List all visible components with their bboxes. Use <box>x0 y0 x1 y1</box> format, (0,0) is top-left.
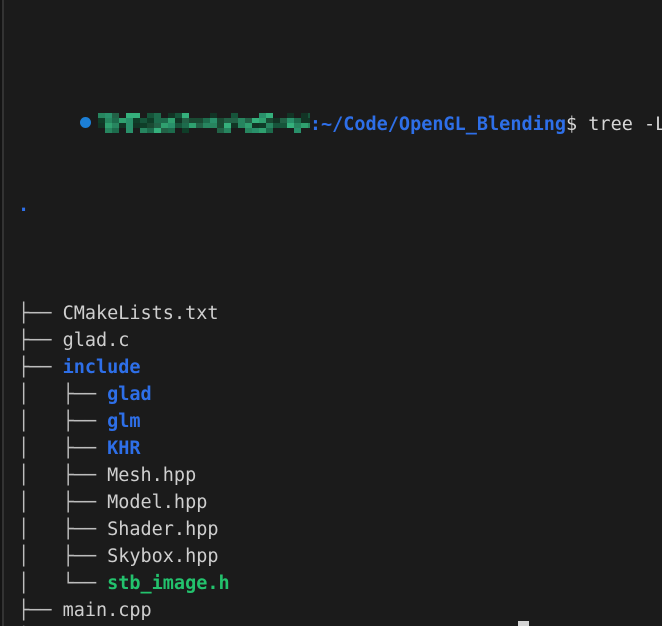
tree-branch-connector: │ ├── <box>18 546 108 567</box>
prompt-separator: : <box>309 114 321 135</box>
tree-branch-connector: │ ├── <box>18 492 108 513</box>
tree-file-name: Mesh.hpp <box>107 465 197 486</box>
tree-directory-name: glad <box>107 384 152 405</box>
prompt-line: :~/Code/OpenGL_Blending$ tree -L 2 <box>5 84 662 135</box>
tree-row: │ ├── Model.hpp <box>5 489 662 516</box>
tree-branch-connector: │ ├── <box>18 384 108 405</box>
terminal-screen[interactable]: :~/Code/OpenGL_Blending$ tree -L 2 . ├──… <box>5 0 662 626</box>
tree-root-line: . <box>5 192 662 219</box>
redacted-user-host <box>97 113 310 133</box>
text-cursor <box>518 621 529 626</box>
tree-file-name: Shader.hpp <box>107 519 219 540</box>
prompt-command: tree -L 2 <box>588 114 662 135</box>
tree-file-name: Model.hpp <box>107 492 208 513</box>
tree-file-name: main.cpp <box>62 600 152 621</box>
tree-row: │ ├── Skybox.hpp <box>5 543 662 570</box>
tree-row: ├── CMakeLists.txt <box>5 300 662 327</box>
prompt-status-dot-icon <box>79 117 91 128</box>
tree-file-name: glad.c <box>62 330 130 351</box>
tree-row: │ ├── Mesh.hpp <box>5 462 662 489</box>
tree-branch-connector: │ ├── <box>18 465 108 486</box>
tree-directory-name: KHR <box>107 438 141 459</box>
prompt-symbol: $ <box>566 114 578 135</box>
tree-branch-connector: │ └── <box>18 573 108 594</box>
prompt-path: ~/Code/OpenGL_Blending <box>320 114 567 135</box>
tree-branch-connector: ├── <box>18 303 63 324</box>
tree-row: │ ├── glm <box>5 408 662 435</box>
tree-row: │ ├── KHR <box>5 435 662 462</box>
terminal-window[interactable]: :~/Code/OpenGL_Blending$ tree -L 2 . ├──… <box>0 0 662 626</box>
tree-file-name: stb_image.h <box>107 573 230 594</box>
tree-directory-name: include <box>62 357 141 378</box>
tree-row: ├── include <box>5 354 662 381</box>
tree-row: │ ├── glad <box>5 381 662 408</box>
tree-listing: ├── CMakeLists.txt ├── glad.c ├── include │… <box>5 300 662 626</box>
tree-branch-connector: │ ├── <box>18 411 108 432</box>
tree-branch-connector: │ ├── <box>18 438 108 459</box>
tree-branch-connector: ├── <box>18 357 63 378</box>
tree-row: │ ├── Shader.hpp <box>5 516 662 543</box>
tree-root: . <box>18 195 30 216</box>
tree-row: ├── main.cpp <box>5 597 662 624</box>
tree-directory-name: glm <box>107 411 141 432</box>
tree-row: │ └── stb_image.h <box>5 570 662 597</box>
tree-file-name: Skybox.hpp <box>107 546 219 567</box>
tree-file-name: CMakeLists.txt <box>62 303 219 324</box>
tree-row: ├── glad.c <box>5 327 662 354</box>
tree-branch-connector: ├── <box>18 330 63 351</box>
tree-branch-connector: │ ├── <box>18 519 108 540</box>
tree-branch-connector: ├── <box>18 600 63 621</box>
